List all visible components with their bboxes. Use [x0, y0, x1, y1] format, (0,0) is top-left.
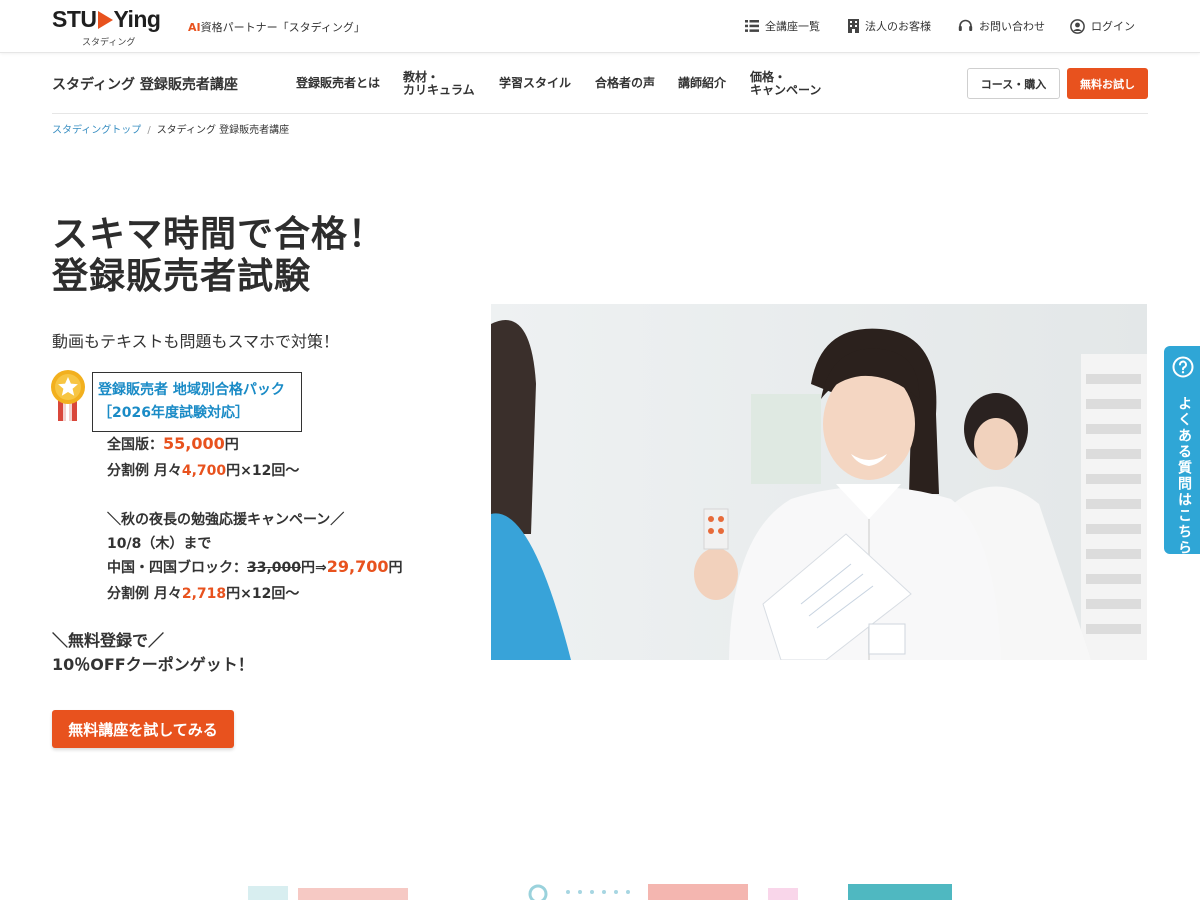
hero-title: スキマ時間で合格！ 登録販売者試験	[52, 214, 385, 298]
decorative-banner-strip	[248, 884, 952, 900]
promo-line-2: 10％OFFクーポンゲット！	[52, 655, 254, 674]
breadcrumb-separator: /	[147, 125, 151, 136]
region-new-price: 29,700	[326, 557, 389, 576]
installment-price: 4,700	[181, 463, 227, 479]
user-circle-icon	[1070, 18, 1085, 34]
nav-instructors[interactable]: 講師紹介	[678, 77, 726, 90]
region-installment-price: 2,718	[181, 586, 227, 602]
try-free-course-button[interactable]: 無料講座を試してみる	[52, 710, 234, 748]
all-courses-label: 全講座一覧	[765, 20, 820, 33]
login-label: ログイン	[1091, 20, 1135, 33]
nav-testimonials[interactable]: 合格者の声	[595, 77, 655, 90]
all-courses-link[interactable]: 全講座一覧	[745, 17, 820, 35]
faq-side-tab[interactable]: よくある質問はこちら	[1164, 346, 1200, 556]
logo-wordmark: STU Ying	[52, 6, 161, 32]
contact-label: お問い合わせ	[979, 20, 1045, 33]
hero-subtitle: 動画もテキストも問題もスマホで対策！	[52, 332, 340, 351]
breadcrumb: スタディングトップ / スタディング 登録販売者講座	[52, 121, 289, 136]
nav-study-style[interactable]: 学習スタイル	[499, 77, 571, 90]
nav-price-campaign[interactable]: 価格・ キャンペーン	[750, 71, 821, 97]
promo-line-1: ＼無料登録で／	[52, 631, 165, 650]
national-price: 55,000	[163, 434, 225, 453]
login-link[interactable]: ログイン	[1070, 17, 1135, 35]
top-header: STU Ying スタディング AI資格パートナー「スタディング」 全講座一覧 法…	[0, 0, 1200, 53]
campaign-deadline: 10/8（木）まで	[107, 536, 212, 552]
region-price-line: 中国・四国ブロック：33,000円⇒29,700円	[107, 557, 403, 576]
medal-icon	[51, 370, 85, 421]
region-old-price: 33,000	[247, 560, 302, 576]
tagline: AI資格パートナー「スタディング」	[188, 21, 365, 34]
hero-title-line-1: スキマ時間で合格！	[52, 214, 386, 255]
pack-name: 登録販売者 地域別合格パック	[98, 382, 285, 398]
course-navbar: スタディング 登録販売者講座 登録販売者とは 教材・ カリキュラム 学習スタイル…	[52, 54, 1148, 114]
nav-about[interactable]: 登録販売者とは	[296, 77, 380, 90]
corporate-label: 法人のお客様	[865, 20, 931, 33]
breadcrumb-home[interactable]: スタディングトップ	[52, 125, 141, 136]
corporate-link[interactable]: 法人のお客様	[848, 17, 931, 35]
studying-logo[interactable]: STU Ying スタディング	[52, 6, 170, 48]
course-purchase-button[interactable]: コース・購入	[967, 68, 1060, 99]
course-title[interactable]: スタディング 登録販売者講座	[52, 74, 238, 94]
national-price-line: 全国版：55,000円	[107, 434, 239, 453]
list-icon	[745, 20, 759, 32]
free-trial-button[interactable]: 無料お試し	[1067, 68, 1148, 99]
headset-icon	[958, 19, 973, 31]
contact-link[interactable]: お問い合わせ	[958, 17, 1045, 35]
building-icon	[848, 19, 859, 33]
campaign-title: ＼秋の夜長の勉強応援キャンペーン／	[107, 512, 345, 528]
hero-title-line-2: 登録販売者試験	[52, 256, 312, 297]
pack-title-box: 登録販売者 地域別合格パック ［2026年度試験対応］	[92, 372, 302, 432]
logo-subtitle: スタディング	[82, 38, 136, 48]
breadcrumb-current: スタディング 登録販売者講座	[156, 125, 290, 136]
faq-label: よくある質問はこちら	[1176, 396, 1192, 556]
hero-pharmacist-image	[491, 304, 1147, 660]
play-icon	[97, 11, 113, 29]
region-installment-line: 分割例 月々2,718円×12回～	[107, 586, 300, 602]
nav-curriculum[interactable]: 教材・ カリキュラム	[403, 71, 475, 97]
national-installment-line: 分割例 月々4,700円×12回～	[107, 463, 300, 479]
question-circle-icon	[1172, 356, 1194, 378]
pack-year: ［2026年度試験対応］	[98, 405, 249, 421]
